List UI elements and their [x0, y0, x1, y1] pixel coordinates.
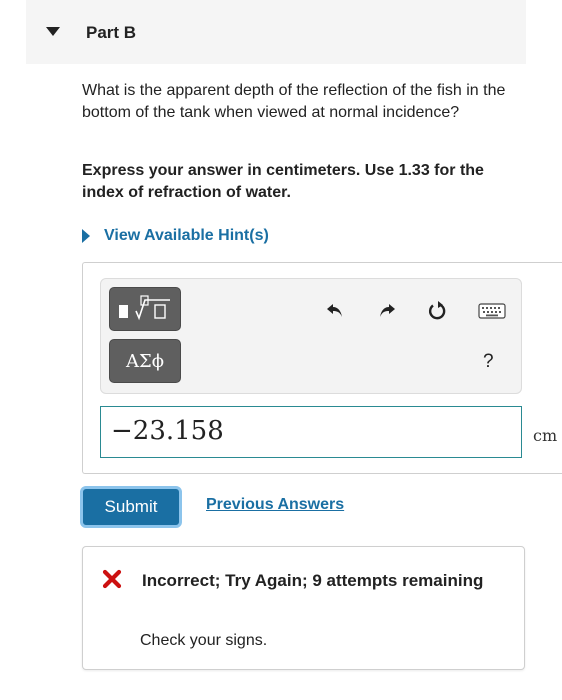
submit-button[interactable]: Submit — [80, 486, 182, 528]
redo-icon[interactable] — [375, 299, 399, 323]
question-text: What is the apparent depth of the reflec… — [82, 82, 506, 121]
answer-instruction: Express your answer in centimeters. Use … — [82, 162, 484, 201]
caret-right-icon — [82, 229, 90, 243]
part-header[interactable]: Part B — [26, 0, 526, 64]
answer-unit: cm — [533, 426, 558, 445]
previous-answers-link[interactable]: Previous Answers — [206, 496, 344, 514]
feedback-title: Incorrect; Try Again; 9 attempts remaini… — [142, 571, 484, 590]
answer-input[interactable]: −23.158 — [100, 406, 522, 458]
reset-icon[interactable] — [425, 299, 449, 323]
feedback-message: Check your signs. — [140, 632, 268, 649]
part-title: Part B — [86, 23, 137, 42]
templates-icon — [119, 295, 170, 321]
caret-down-icon[interactable] — [46, 27, 60, 36]
templates-button[interactable] — [109, 287, 181, 331]
greek-symbols-button[interactable]: ΑΣϕ — [109, 339, 181, 383]
math-toolbar: ΑΣϕ ? — [100, 278, 522, 394]
keyboard-icon[interactable] — [477, 299, 507, 323]
feedback-panel: Incorrect; Try Again; 9 attempts remaini… — [82, 546, 525, 670]
answer-value[interactable]: −23.158 — [111, 416, 224, 446]
view-hints-link[interactable]: View Available Hint(s) — [82, 224, 269, 248]
hint-label[interactable]: View Available Hint(s) — [104, 227, 269, 245]
help-button[interactable]: ? — [483, 351, 494, 373]
undo-icon[interactable] — [323, 299, 347, 323]
